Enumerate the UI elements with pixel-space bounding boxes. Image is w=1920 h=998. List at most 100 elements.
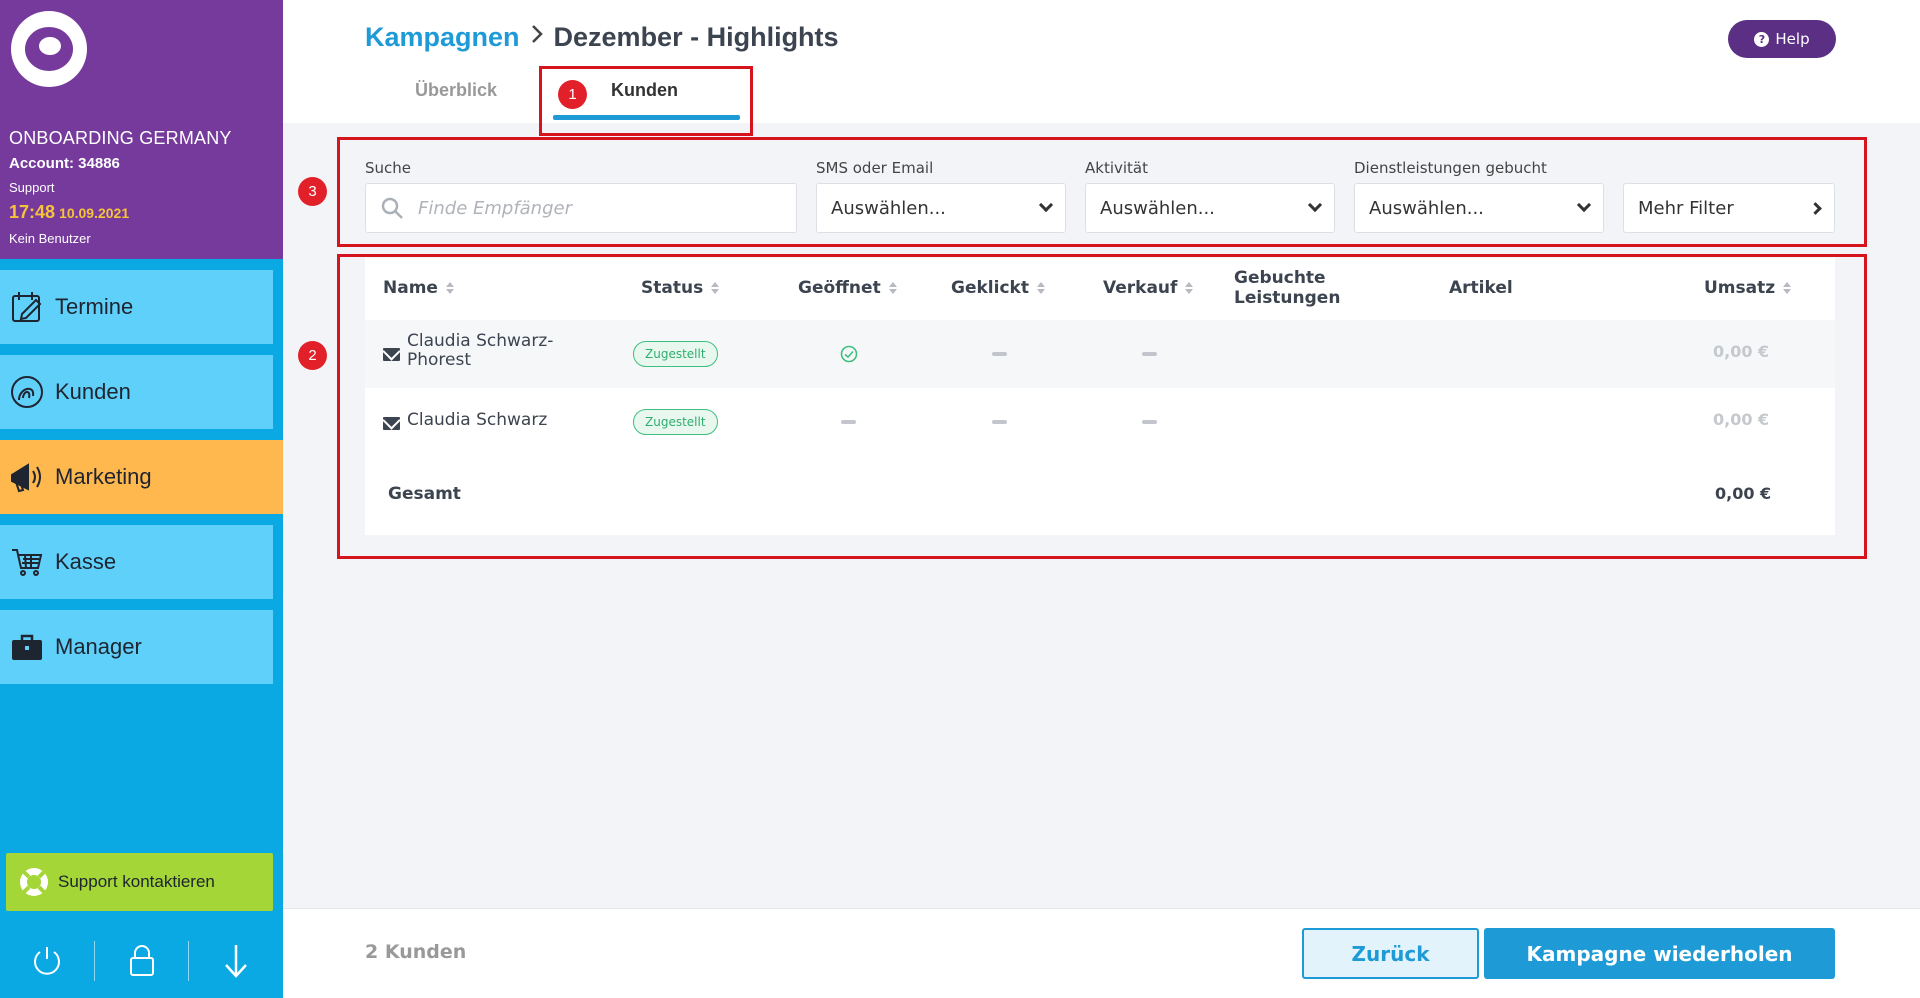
sidebar-item-kunden[interactable]: Kunden <box>0 355 273 429</box>
download-button[interactable] <box>189 930 283 992</box>
current-user: Kein Benutzer <box>9 231 91 246</box>
sort-icon <box>711 282 720 294</box>
column-header-opened[interactable]: Geöffnet <box>798 278 897 298</box>
column-label: Artikel <box>1449 278 1513 298</box>
arrow-down-icon <box>222 943 250 979</box>
help-label: Help <box>1775 30 1810 48</box>
search-label: Suche <box>365 159 412 177</box>
envelope-icon <box>383 348 400 361</box>
column-label: Status <box>641 278 704 298</box>
tab-overview[interactable]: Überblick <box>415 80 497 101</box>
activity-select[interactable]: Auswählen... <box>1085 183 1335 233</box>
empty-value-dash <box>841 420 856 424</box>
search-icon <box>380 196 404 220</box>
sidebar-item-label: Kunden <box>55 379 131 404</box>
check-circle-icon <box>840 345 858 363</box>
sort-icon <box>1036 282 1045 294</box>
customer-name[interactable]: Claudia Schwarz <box>407 410 547 430</box>
chevron-down-icon <box>1307 197 1323 213</box>
column-header-name[interactable]: Name <box>383 278 454 298</box>
tab-kunden[interactable]: Kunden <box>611 80 678 101</box>
column-label: Geöffnet <box>798 278 881 298</box>
column-label: Verkauf <box>1103 278 1178 298</box>
column-label: Gebuchte <box>1234 268 1326 288</box>
breadcrumb-campaigns-link[interactable]: Kampagnen <box>365 22 520 53</box>
services-label: Dienstleistungen gebucht <box>1354 159 1547 177</box>
sidebar-item-label: Termine <box>55 294 134 319</box>
sms-email-value: Auswählen... <box>831 197 946 219</box>
breadcrumb: Kampagnen Dezember - Highlights <box>365 22 839 53</box>
question-icon: ? <box>1754 31 1770 47</box>
recipients-table: Name Status Geöffnet Geklickt Verkauf Ge… <box>365 258 1835 535</box>
column-header-sale[interactable]: Verkauf <box>1103 278 1194 298</box>
account-panel: ONBOARDING GERMANY Account: 34886 Suppor… <box>0 0 283 259</box>
sidebar-item-label: Kasse <box>55 549 117 574</box>
sidebar-item-kasse[interactable]: Kasse <box>0 525 273 599</box>
sms-email-label: SMS oder Email <box>816 159 934 177</box>
status-badge: Zugestellt <box>633 409 718 435</box>
column-header-revenue[interactable]: Umsatz <box>1704 278 1792 298</box>
status-badge: Zugestellt <box>633 341 718 367</box>
sms-email-select[interactable]: Auswählen... <box>816 183 1066 233</box>
column-header-status[interactable]: Status <box>641 278 720 298</box>
revenue-value: 0,00 € <box>1713 342 1770 361</box>
sort-icon <box>1783 282 1792 294</box>
sidebar-actions <box>0 930 283 992</box>
chevron-right-icon <box>1809 201 1822 215</box>
column-label: Geklickt <box>951 278 1029 298</box>
sort-icon <box>1185 282 1194 294</box>
app-logo[interactable] <box>11 11 87 87</box>
repeat-campaign-button[interactable]: Kampagne wiederholen <box>1484 928 1835 979</box>
page-title: Dezember - Highlights <box>553 22 839 52</box>
chevron-down-icon <box>1576 197 1592 213</box>
sidebar-item-label: Marketing <box>55 464 152 489</box>
services-value: Auswählen... <box>1369 197 1484 219</box>
empty-value-dash <box>1142 420 1157 424</box>
empty-value-dash <box>992 352 1007 356</box>
support-label: Support kontaktieren <box>58 872 215 891</box>
sidebar: ONBOARDING GERMANY Account: 34886 Suppor… <box>0 0 283 998</box>
account-number: Account: 34886 <box>9 155 120 172</box>
activity-value: Auswählen... <box>1100 197 1215 219</box>
sidebar-item-marketing[interactable]: Marketing <box>0 440 283 514</box>
services-select[interactable]: Auswählen... <box>1354 183 1604 233</box>
support-contact-button[interactable]: Support kontaktieren <box>6 853 273 911</box>
sidebar-item-termine[interactable]: Termine <box>0 270 273 344</box>
search-field[interactable] <box>365 183 797 233</box>
activity-label: Aktivität <box>1085 159 1148 177</box>
recipient-count: 2 Kunden <box>365 941 467 963</box>
column-label: Leistungen <box>1234 288 1341 308</box>
more-filters-button[interactable]: Mehr Filter <box>1623 183 1835 233</box>
customer-icon <box>8 373 46 411</box>
logout-button[interactable] <box>0 930 94 992</box>
envelope-icon <box>383 417 400 430</box>
column-header-articles: Artikel <box>1449 278 1513 298</box>
sidebar-item-manager[interactable]: Manager <box>0 610 273 684</box>
lifebuoy-icon <box>18 866 50 898</box>
lock-button[interactable] <box>95 930 189 992</box>
current-date: 10.09.2021 <box>59 205 130 221</box>
column-label: Name <box>383 278 438 298</box>
help-button[interactable]: ? Help <box>1728 20 1836 58</box>
customer-name-line: Phorest <box>407 350 472 370</box>
back-button[interactable]: Zurück <box>1302 928 1479 979</box>
page-header: Kampagnen Dezember - Highlights ? Help Ü… <box>283 0 1920 123</box>
power-icon <box>30 944 64 978</box>
sort-icon <box>445 282 454 294</box>
chevron-right-icon <box>530 23 544 52</box>
annotation-badge-3: 3 <box>298 177 327 206</box>
column-label: Umsatz <box>1704 278 1776 298</box>
column-header-clicked[interactable]: Geklickt <box>951 278 1045 298</box>
current-time: 17:48 <box>9 202 56 222</box>
page-footer: 2 Kunden Zurück Kampagne wiederholen <box>283 908 1920 998</box>
customer-name-line: Claudia Schwarz- <box>407 331 554 351</box>
user-role: Support <box>9 180 55 195</box>
search-input[interactable] <box>418 197 778 219</box>
sort-icon <box>888 282 897 294</box>
cart-icon <box>8 543 46 581</box>
table-row[interactable]: Claudia Schwarz- Phorest Zugestellt 0,00… <box>365 320 1835 388</box>
active-tab-indicator <box>553 115 740 120</box>
table-row[interactable]: Claudia Schwarz Zugestellt 0,00 € <box>365 388 1835 456</box>
column-header-booked-services: Gebuchte Leistungen <box>1234 268 1340 308</box>
customer-name[interactable]: Claudia Schwarz- Phorest <box>407 332 553 370</box>
